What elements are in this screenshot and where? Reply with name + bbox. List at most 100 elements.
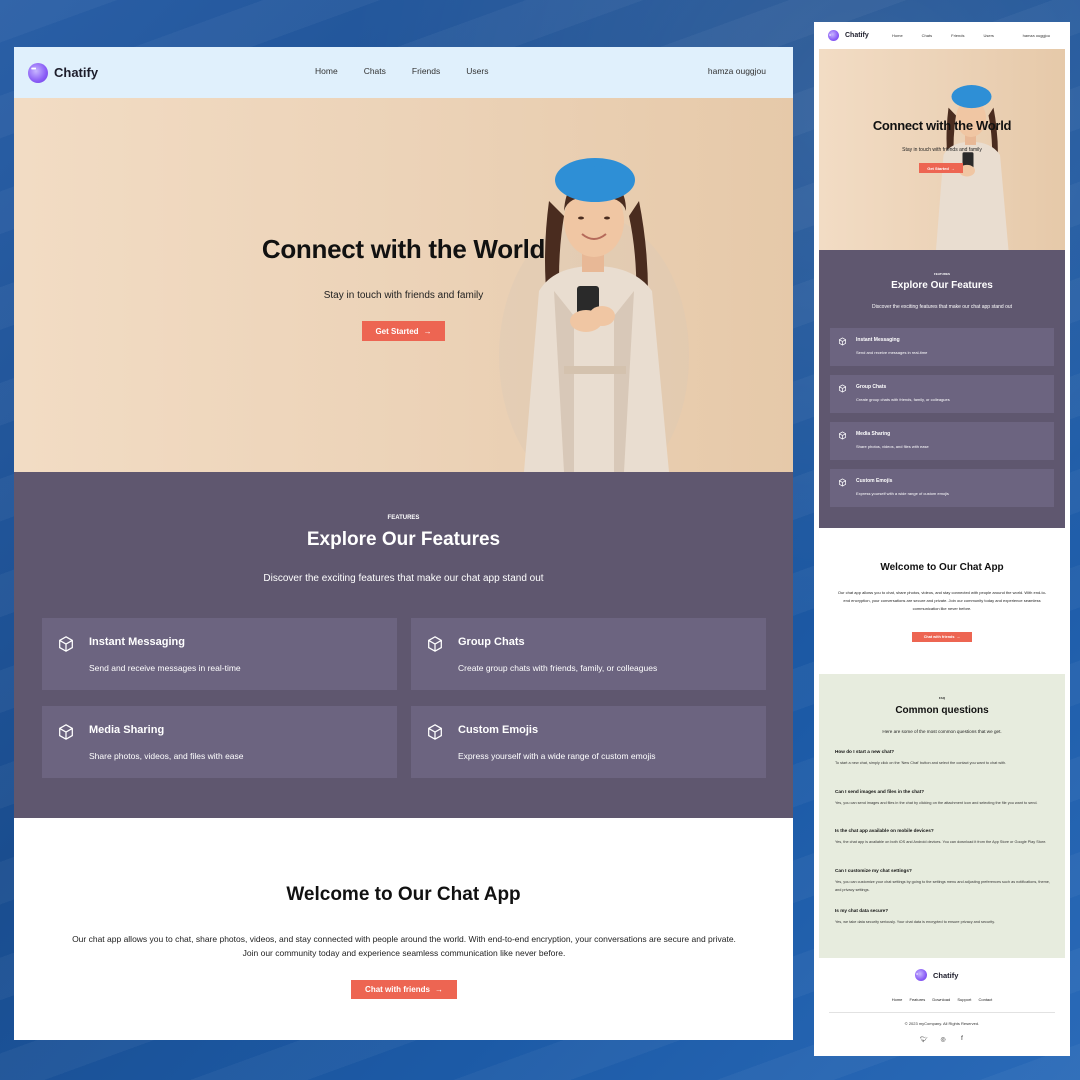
faq-answer: To start a new chat, simply click on the… xyxy=(835,761,1007,765)
feature-card-media-sharing[interactable]: Media Sharing Share photos, videos, and … xyxy=(830,422,1054,460)
nav-link-home[interactable]: Home xyxy=(315,66,338,76)
faq-item[interactable]: Can I send images and files in the chat?… xyxy=(835,789,1051,808)
faq-answer: Yes, the chat app is available on both i… xyxy=(835,840,1047,844)
faq-section: FAQ Common questions Here are some of th… xyxy=(819,674,1065,958)
nav-link-users[interactable]: Users xyxy=(983,33,993,38)
twitter-icon[interactable]: 🐦︎ xyxy=(920,1036,928,1043)
features-title: Explore Our Features xyxy=(891,280,993,291)
feature-card-instant-messaging[interactable]: Instant Messaging Send and receive messa… xyxy=(830,328,1054,366)
feature-title: Group Chats xyxy=(458,636,525,648)
hero-woman-with-phone-image xyxy=(936,85,1009,250)
faq-item[interactable]: How do I start a new chat? To start a ne… xyxy=(835,749,1051,768)
faq-item[interactable]: Can I customize my chat settings? Yes, y… xyxy=(835,868,1051,894)
feature-title: Instant Messaging xyxy=(856,337,900,343)
arrow-right-icon: → xyxy=(956,635,961,639)
faq-subtitle: Here are some of the most common questio… xyxy=(882,729,1002,734)
hero-title: Connect with the World xyxy=(872,118,1012,133)
feature-card-custom-emojis[interactable]: Custom Emojis Express yourself with a wi… xyxy=(830,469,1054,507)
features-eyebrow: FEATURES xyxy=(387,515,420,521)
hero-section: Connect with the World Stay in touch wit… xyxy=(14,98,793,472)
welcome-body: Our chat app allows you to chat, share p… xyxy=(837,590,1047,611)
nav-user-name[interactable]: hamza ouggjou xyxy=(1023,33,1050,38)
chat-with-friends-label: Chat with friends xyxy=(923,635,955,639)
faq-title: Common questions xyxy=(895,705,989,716)
footer-divider xyxy=(829,1012,1055,1013)
instagram-icon[interactable]: ◎ xyxy=(939,1036,947,1043)
footer-link-features[interactable]: Features xyxy=(910,997,926,1002)
nav-link-friends[interactable]: Friends xyxy=(951,33,964,38)
brand-logo-mini[interactable]: Chatify xyxy=(828,30,869,41)
nav-links-mini: Home Chats Friends Users xyxy=(892,33,1013,38)
faq-question: Can I customize my chat settings? xyxy=(835,868,912,873)
footer-link-contact[interactable]: Contact xyxy=(978,997,992,1002)
brand-logo[interactable]: Chatify xyxy=(28,62,98,83)
features-section-mini: FEATURES Explore Our Features Discover t… xyxy=(819,250,1065,528)
nav-link-users[interactable]: Users xyxy=(466,66,488,76)
footer-brand-logo[interactable]: Chatify xyxy=(915,969,958,981)
nav-link-chats[interactable]: Chats xyxy=(364,66,386,76)
feature-desc: Send and receive messages in real-time xyxy=(89,663,241,673)
nav-link-home[interactable]: Home xyxy=(892,33,903,38)
feature-title: Media Sharing xyxy=(856,431,891,437)
faq-eyebrow: FAQ xyxy=(938,696,946,700)
feature-desc: Create group chats with friends, family,… xyxy=(458,663,658,673)
get-started-button[interactable]: Get Started → xyxy=(919,163,963,173)
arrow-right-icon: → xyxy=(950,165,955,171)
feature-desc: Create group chats with friends, family,… xyxy=(856,397,950,402)
nav-link-friends[interactable]: Friends xyxy=(412,66,440,76)
nav-user-name[interactable]: hamza ouggjou xyxy=(708,66,766,76)
hero-title: Connect with the World xyxy=(261,234,546,264)
faq-answer: Yes, you can customize your chat setting… xyxy=(835,880,1050,892)
chat-with-friends-button[interactable]: Chat with friends → xyxy=(351,980,457,999)
chat-with-friends-button[interactable]: Chat with friends → xyxy=(912,632,972,642)
cube-icon xyxy=(838,384,847,393)
footer-link-home[interactable]: Home xyxy=(892,997,903,1002)
footer-link-download[interactable]: Download xyxy=(932,997,950,1002)
welcome-title: Welcome to Our Chat App xyxy=(880,562,1004,573)
welcome-section-mini: Welcome to Our Chat App Our chat app all… xyxy=(819,528,1065,674)
faq-item[interactable]: Is my chat data secure? Yes, we take dat… xyxy=(835,908,1051,927)
footer-copyright: © 2023 myCompany. All Rights Reserved. xyxy=(904,1021,980,1026)
cube-icon xyxy=(428,724,442,740)
brand-name: Chatify xyxy=(933,970,959,980)
chat-bubble-logo-icon xyxy=(915,969,927,981)
chat-with-friends-label: Chat with friends xyxy=(365,985,430,994)
navbar-mini: Chatify Home Chats Friends Users hamza o… xyxy=(814,22,1070,49)
chat-bubble-logo-icon xyxy=(28,62,48,83)
feature-title: Custom Emojis xyxy=(458,724,539,736)
social-links: 🐦︎ ◎ f xyxy=(920,1036,966,1043)
arrow-right-icon: → xyxy=(434,985,443,994)
feature-card-instant-messaging[interactable]: Instant Messaging Send and receive messa… xyxy=(42,618,397,690)
footer-link-support[interactable]: Support xyxy=(957,997,971,1002)
cube-icon xyxy=(838,478,847,487)
feature-card-group-chats[interactable]: Group Chats Create group chats with frie… xyxy=(830,375,1054,413)
get-started-button[interactable]: Get Started → xyxy=(362,321,445,341)
hero-subtitle: Stay in touch with friends and family xyxy=(902,147,982,153)
footer: Chatify Home Features Download Support C… xyxy=(819,958,1065,1056)
brand-name: Chatify xyxy=(845,32,869,39)
feature-desc: Send and receive messages in real-time xyxy=(856,350,928,355)
get-started-label: Get Started xyxy=(375,326,419,336)
faq-question: Can I send images and files in the chat? xyxy=(835,789,925,794)
hero-section-mini: Connect with the World Stay in touch wit… xyxy=(819,49,1065,250)
faq-item[interactable]: Is the chat app available on mobile devi… xyxy=(835,828,1051,847)
full-page-preview: Chatify Home Chats Friends Users hamza o… xyxy=(814,22,1070,1056)
features-title: Explore Our Features xyxy=(306,529,501,550)
feature-title: Group Chats xyxy=(856,384,887,390)
feature-card-media-sharing[interactable]: Media Sharing Share photos, videos, and … xyxy=(42,706,397,778)
feature-desc: Express yourself with a wide range of cu… xyxy=(856,491,949,496)
nav-link-chats[interactable]: Chats xyxy=(922,33,932,38)
feature-desc: Express yourself with a wide range of cu… xyxy=(458,751,656,761)
cube-icon xyxy=(59,724,73,740)
features-section: FEATURES Explore Our Features Discover t… xyxy=(14,472,793,818)
cube-icon xyxy=(428,636,442,652)
features-subtitle: Discover the exciting features that make… xyxy=(871,304,1013,310)
facebook-icon[interactable]: f xyxy=(958,1036,966,1043)
navbar: Chatify Home Chats Friends Users hamza o… xyxy=(14,47,793,98)
features-subtitle: Discover the exciting features that make… xyxy=(263,573,544,584)
faq-question: How do I start a new chat? xyxy=(835,749,895,754)
feature-card-group-chats[interactable]: Group Chats Create group chats with frie… xyxy=(411,618,766,690)
cube-icon xyxy=(59,636,73,652)
feature-title: Custom Emojis xyxy=(856,478,893,484)
feature-card-custom-emojis[interactable]: Custom Emojis Express yourself with a wi… xyxy=(411,706,766,778)
